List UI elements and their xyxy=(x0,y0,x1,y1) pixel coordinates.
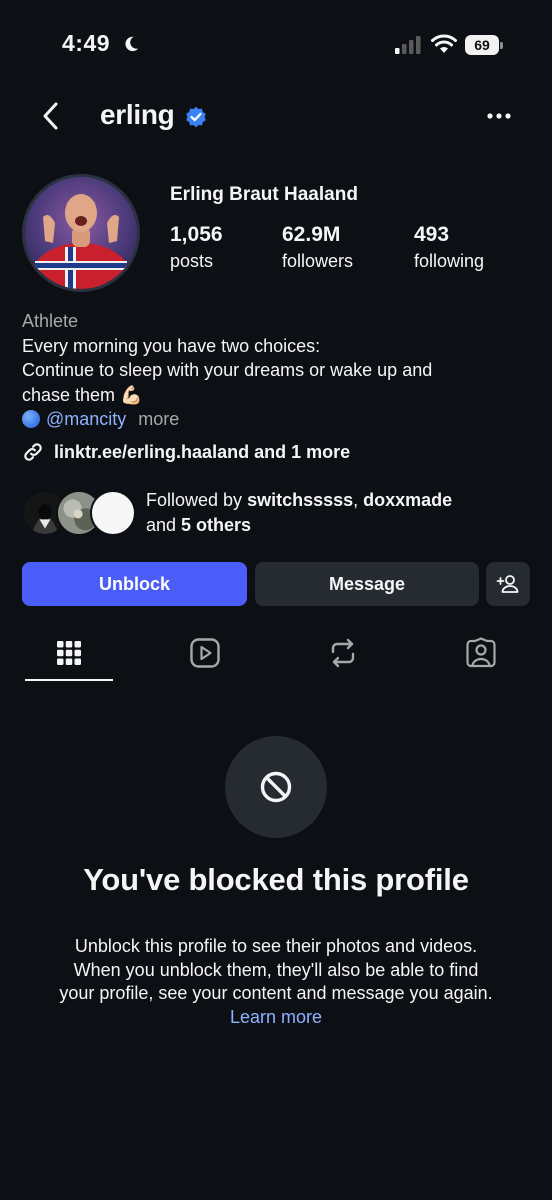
profile-tabs xyxy=(0,625,552,683)
status-time: 4:49 xyxy=(62,30,111,56)
learn-more-link[interactable]: Learn more xyxy=(230,1007,322,1027)
link-text: linktr.ee/erling.haaland and 1 more xyxy=(54,441,351,462)
battery-level: 69 xyxy=(465,35,499,55)
signal-icon xyxy=(395,36,421,54)
profile-category: Athlete xyxy=(22,311,79,331)
profile-bio: Athlete Every morning you have two choic… xyxy=(22,309,532,432)
blocked-icon-circle xyxy=(225,736,327,838)
blocked-description: Unblock this profile to see their photos… xyxy=(59,936,493,1027)
avatar-image xyxy=(25,177,137,289)
tab-reels[interactable] xyxy=(160,625,250,681)
block-icon xyxy=(260,771,292,803)
mention-link[interactable]: @mancity xyxy=(46,409,126,429)
bio-line: chase them 💪🏻 xyxy=(22,384,143,405)
blocked-title: You've blocked this profile xyxy=(83,862,469,897)
tab-tagged[interactable] xyxy=(436,625,526,681)
active-tab-indicator xyxy=(25,679,113,681)
back-arrow-icon[interactable] xyxy=(36,98,68,134)
profile-avatar[interactable] xyxy=(22,174,140,292)
tab-posts-grid[interactable] xyxy=(24,625,114,681)
grid-icon xyxy=(57,641,81,665)
following-count[interactable]: 493 following xyxy=(414,223,484,272)
mutual-others: 5 others xyxy=(181,514,252,535)
bio-line: Continue to sleep with your dreams or wa… xyxy=(22,360,433,380)
bio-more-button[interactable]: more xyxy=(138,409,179,429)
moon-icon xyxy=(125,36,139,52)
profile-username: erling xyxy=(100,99,175,130)
bio-line: Every morning you have two choices: xyxy=(22,335,321,356)
repost-icon xyxy=(331,638,355,668)
add-user-button[interactable] xyxy=(486,562,530,606)
reels-icon xyxy=(190,638,220,668)
status-bar: 4:49 69 xyxy=(0,0,552,90)
profile-link[interactable]: linktr.ee/erling.haaland and 1 more xyxy=(22,439,350,465)
unblock-button[interactable]: Unblock xyxy=(22,562,247,606)
following-value: 493 xyxy=(414,223,450,246)
mutual-avatar xyxy=(90,490,136,536)
followed-by-text: Followed by switchsssss, doxxmade and 5 … xyxy=(146,490,453,535)
add-user-icon xyxy=(496,575,519,593)
followers-count[interactable]: 62.9M followers xyxy=(282,223,353,272)
mutual-user: doxxmade xyxy=(363,490,453,510)
blue-circle-icon xyxy=(22,410,40,428)
battery-icon: 69 xyxy=(465,35,503,55)
link-icon xyxy=(24,443,42,461)
posts-value: 1,056 xyxy=(170,223,223,246)
tagged-person-icon xyxy=(466,637,496,668)
more-options-icon[interactable] xyxy=(482,102,516,130)
posts-label: posts xyxy=(170,251,214,271)
message-button[interactable]: Message xyxy=(255,562,479,606)
posts-count[interactable]: 1,056 posts xyxy=(170,223,223,272)
verified-badge-icon xyxy=(186,106,206,128)
followers-label: followers xyxy=(282,251,354,271)
following-label: following xyxy=(414,251,485,271)
followers-value: 62.9M xyxy=(282,223,341,246)
bio-mention-row: @mancity more xyxy=(22,407,532,432)
mutual-followers[interactable]: Followed by switchsssss, doxxmade and 5 … xyxy=(22,488,532,540)
tab-reposts[interactable] xyxy=(298,625,388,681)
profile-header: erling xyxy=(0,90,552,142)
mutual-avatars xyxy=(22,490,137,536)
mutual-user: switchsssss xyxy=(247,490,354,510)
wifi-icon xyxy=(431,34,457,53)
profile-full-name: Erling Braut Haaland xyxy=(170,184,358,205)
